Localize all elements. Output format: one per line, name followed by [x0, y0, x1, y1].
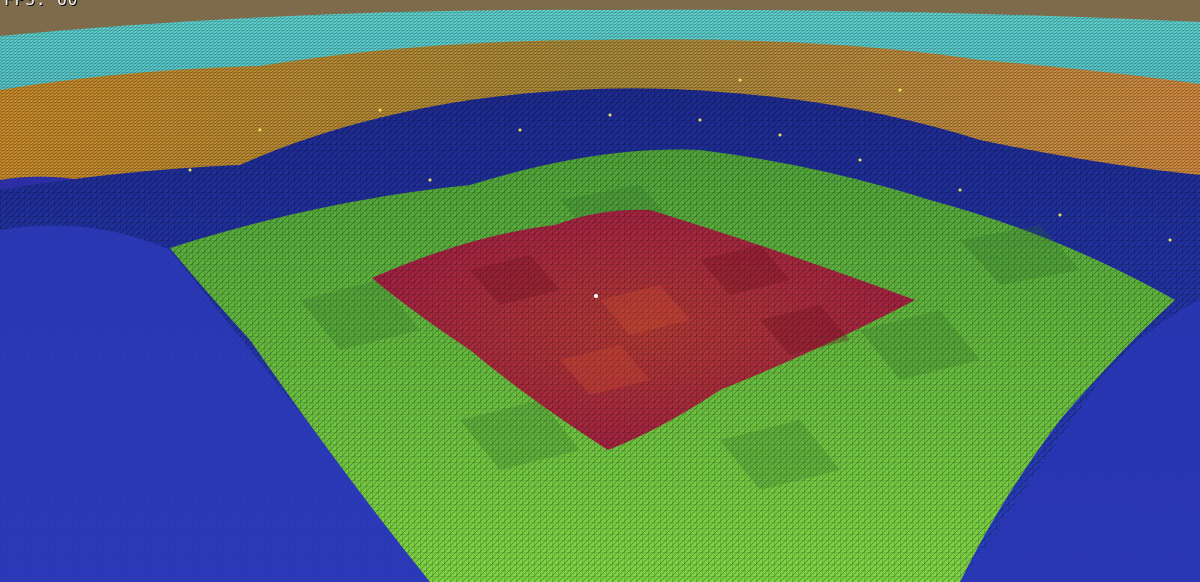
camera-marker	[594, 294, 598, 298]
terrain-viewport[interactable]: FPS: 60	[0, 0, 1200, 582]
stats-overlay: FPS: 60	[4, 0, 78, 9]
terrain-render	[0, 0, 1200, 582]
